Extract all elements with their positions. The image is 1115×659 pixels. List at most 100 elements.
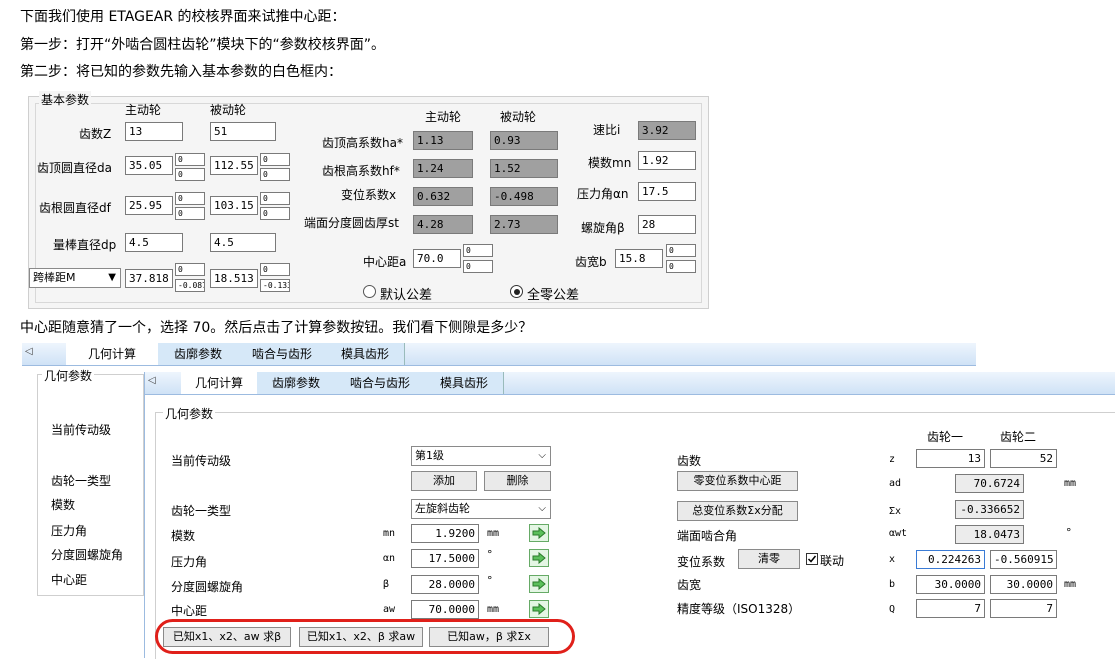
root-dia-driver-input[interactable]: 25.95 <box>125 196 173 215</box>
center-apply-button[interactable] <box>529 600 549 618</box>
dedendum-driven-output: 1.52 <box>490 159 558 178</box>
root-dia-driver-tol-up[interactable]: 0 <box>175 192 205 205</box>
outer-tab-mesh[interactable]: 啮合与齿形 <box>238 343 327 365</box>
sidebar-item-helix[interactable]: 分度圆螺旋角 <box>51 546 123 563</box>
pin-dia-driven-input[interactable]: 4.5 <box>210 233 276 252</box>
pin-dia-driver-input[interactable]: 4.5 <box>125 233 183 252</box>
chevron-down-icon: ▼ <box>108 272 116 283</box>
center-input[interactable]: 70.0 <box>413 249 461 268</box>
center-tol-low[interactable]: 0 <box>463 260 493 273</box>
over-pin-select[interactable]: 跨棒距M ▼ <box>29 268 121 288</box>
over-pin-driven-input[interactable]: 18.513 <box>210 269 258 288</box>
q-g2-input[interactable]: 7 <box>990 599 1057 618</box>
link-checkbox[interactable] <box>806 553 818 565</box>
tip-dia-driven-input[interactable]: 112.55 <box>210 156 258 175</box>
pressure-apply-button[interactable] <box>529 549 549 567</box>
helix-field[interactable]: 28.0000 <box>411 575 479 594</box>
basic-group-title: 基本参数 <box>39 91 92 108</box>
ratio-label: 速比i <box>593 123 621 137</box>
intro-line-2: 第一步：打开“外啮合圆柱齿轮”模块下的“参数校核界面”。 <box>20 37 386 53</box>
sidebar-item-pressure[interactable]: 压力角 <box>51 522 87 539</box>
stage-select[interactable]: 第1级 ⌵ <box>411 446 551 466</box>
outer-tab-profile[interactable]: 齿廓参数 <box>158 343 239 365</box>
teeth-sym: z <box>889 454 896 465</box>
b-g2-input[interactable]: 30.0000 <box>990 575 1057 594</box>
scroll-left-icon[interactable]: ◁ <box>25 346 33 357</box>
radio-default-tol[interactable] <box>363 285 376 298</box>
inner-scroll-left-icon[interactable]: ◁ <box>148 375 156 386</box>
inner-tab-mold[interactable]: 模具齿形 <box>425 372 504 394</box>
sidebar-item-center[interactable]: 中心距 <box>51 571 87 588</box>
root-dia-driven-input[interactable]: 103.15 <box>210 196 258 215</box>
over-pin-driven-tol-up[interactable]: 0 <box>260 263 290 276</box>
module-apply-button[interactable] <box>529 524 549 542</box>
total-shift-distribute-button[interactable]: 总变位系数Σx分配 <box>677 501 798 521</box>
pressure-input[interactable]: 17.5 <box>638 182 696 201</box>
module-field[interactable]: 1.9200 <box>411 524 479 543</box>
teeth-driver-input[interactable]: 13 <box>125 122 183 141</box>
clear-button[interactable]: 清零 <box>738 549 800 569</box>
sidebar-item-type[interactable]: 齿轮一类型 <box>51 472 111 489</box>
outer-tab-mold[interactable]: 模具齿形 <box>326 343 405 365</box>
thickness-driver-output: 4.28 <box>413 215 473 234</box>
q-g1-input[interactable]: 7 <box>916 599 985 618</box>
pressure-label: 压力角αn <box>577 187 629 201</box>
teeth-driven-input[interactable]: 51 <box>210 122 276 141</box>
check-icon <box>807 555 817 563</box>
over-pin-driven-tol-low[interactable]: -0.133 <box>260 279 290 292</box>
root-dia-driven-tol-low[interactable]: 0 <box>260 207 290 220</box>
width-input[interactable]: 15.8 <box>615 249 663 268</box>
teeth-g2-input[interactable]: 52 <box>990 449 1057 468</box>
center-sym: aw <box>383 604 396 615</box>
center-row-label: 中心距 <box>171 604 208 618</box>
x-g1-input[interactable]: 0.224263 <box>916 550 985 569</box>
zero-shift-center-button[interactable]: 零变位系数中心距 <box>677 471 798 491</box>
x-g2-input[interactable]: -0.560915 <box>990 550 1057 569</box>
radio-all-zero-tol[interactable] <box>510 285 523 298</box>
intro-line-3: 第二步：将已知的参数先输入基本参数的白色框内： <box>20 64 342 80</box>
center-field[interactable]: 70.0000 <box>411 600 479 619</box>
col-driver-2: 主动轮 <box>425 110 462 124</box>
tip-dia-driven-tol-up[interactable]: 0 <box>260 153 290 166</box>
type-select[interactable]: 左旋斜齿轮 ⌵ <box>411 499 551 519</box>
outer-tab-geometry[interactable]: 几何计算 <box>66 343 159 365</box>
delete-button[interactable]: 删除 <box>484 471 551 491</box>
inner-tab-mesh[interactable]: 啮合与齿形 <box>335 372 426 394</box>
over-pin-driver-input[interactable]: 37.818 <box>125 269 173 288</box>
teeth-row-label: 齿数 <box>677 454 702 468</box>
helix-sym: β <box>383 579 390 590</box>
inner-tab-geometry[interactable]: 几何计算 <box>181 372 258 394</box>
pin-dia-label: 量棒直径dp <box>53 238 117 252</box>
module-sym: mn <box>383 528 396 539</box>
sigma-sym: Σx <box>889 506 902 517</box>
b-g1-input[interactable]: 30.0000 <box>916 575 985 594</box>
teeth-g1-input[interactable]: 13 <box>916 449 985 468</box>
helix-apply-button[interactable] <box>529 575 549 593</box>
width-tol-low[interactable]: 0 <box>666 260 696 273</box>
tip-dia-driver-input[interactable]: 35.05 <box>125 156 173 175</box>
root-dia-driven-tol-up[interactable]: 0 <box>260 192 290 205</box>
center-tol-up[interactable]: 0 <box>463 244 493 257</box>
arrow-right-icon <box>532 527 546 539</box>
sidebar-title: 几何参数 <box>42 367 95 384</box>
pressure-field[interactable]: 17.5000 <box>411 549 479 568</box>
transverse-label: 端面啮合角 <box>677 529 738 543</box>
shift-driven-output: -0.498 <box>490 187 558 206</box>
over-pin-driver-tol-up[interactable]: 0 <box>175 263 205 276</box>
add-button[interactable]: 添加 <box>411 471 477 491</box>
module-input[interactable]: 1.92 <box>638 151 696 170</box>
tip-dia-driver-tol-low[interactable]: 0 <box>175 168 205 181</box>
inner-tab-profile[interactable]: 齿廓参数 <box>257 372 336 394</box>
helix-unit: ° <box>487 574 493 587</box>
helix-input[interactable]: 28 <box>638 215 696 234</box>
stage-select-value: 第1级 <box>415 449 444 462</box>
sidebar-item-module[interactable]: 模数 <box>51 496 75 513</box>
sidebar-item-stage[interactable]: 当前传动级 <box>51 421 111 438</box>
tip-dia-driven-tol-low[interactable]: 0 <box>260 168 290 181</box>
pressure-row-label: 压力角 <box>171 555 208 569</box>
tip-dia-driver-tol-up[interactable]: 0 <box>175 153 205 166</box>
width-tol-up[interactable]: 0 <box>666 244 696 257</box>
col-driven: 被动轮 <box>210 103 247 117</box>
root-dia-driver-tol-low[interactable]: 0 <box>175 207 205 220</box>
over-pin-driver-tol-low[interactable]: -0.087 <box>175 279 205 292</box>
